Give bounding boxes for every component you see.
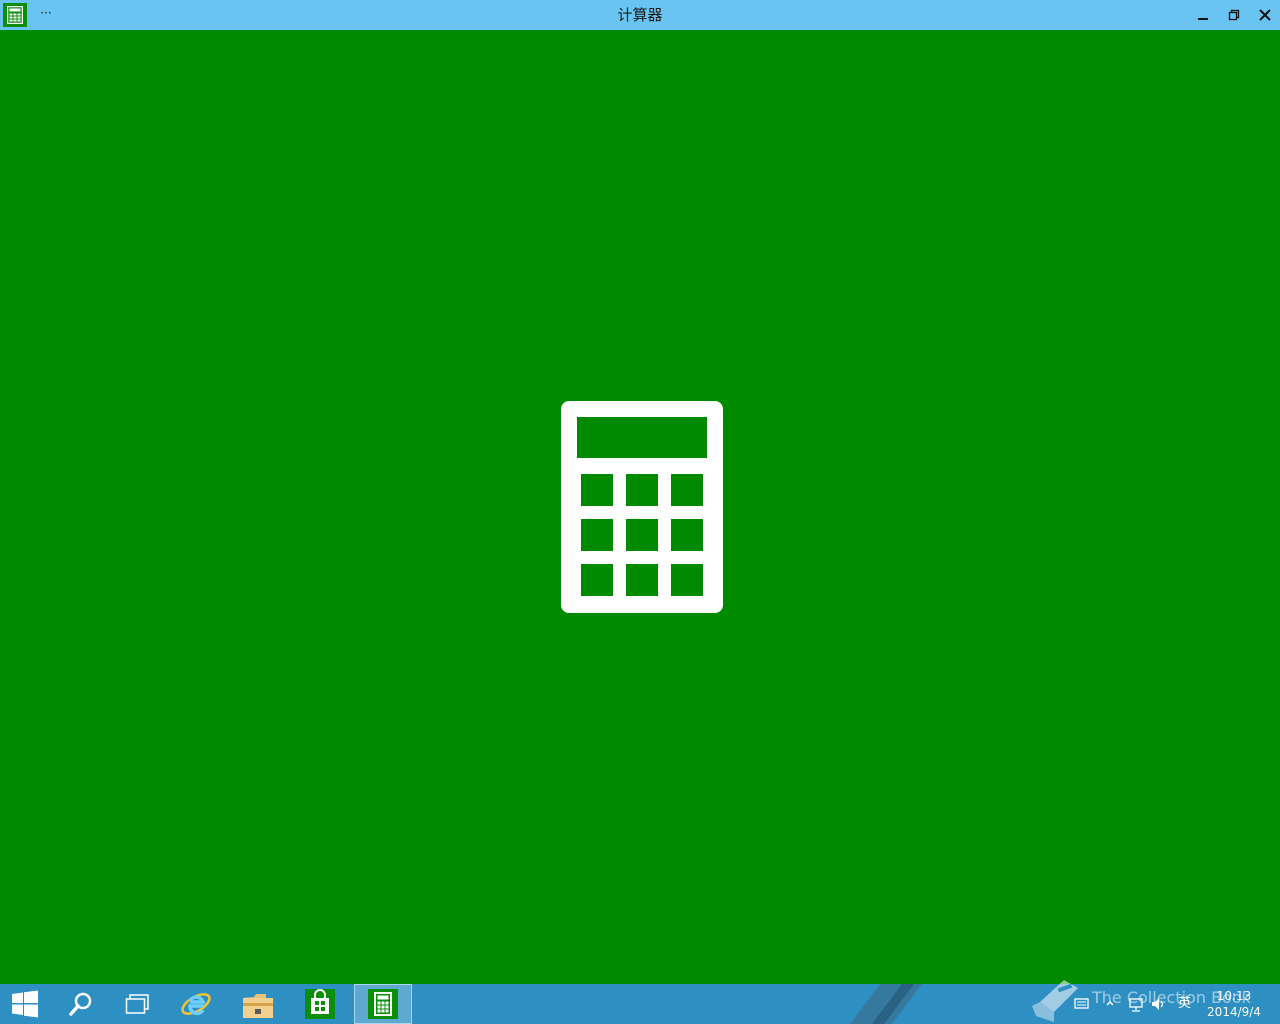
splash-calculator-icon (561, 401, 723, 613)
internet-explorer-icon (181, 993, 211, 1016)
window-title: 计算器 (617, 6, 663, 24)
volume-icon[interactable] (1151, 994, 1167, 1014)
store-button[interactable] (292, 984, 348, 1024)
clock-date: 2014/9/4 (1207, 1005, 1261, 1019)
network-icon[interactable] (1128, 994, 1144, 1014)
minimize-button[interactable] (1188, 0, 1218, 30)
search-icon (69, 992, 92, 1016)
app-menu-button[interactable]: ··· (38, 4, 54, 24)
task-view-button[interactable] (110, 984, 166, 1024)
clock-time: 10:13 (1216, 989, 1252, 1003)
task-view-icon (125, 994, 149, 1014)
calculator-icon (7, 6, 23, 24)
close-icon (1259, 9, 1271, 21)
calculator-icon (368, 989, 398, 1019)
close-button[interactable] (1250, 0, 1280, 30)
internet-explorer-button[interactable] (168, 984, 224, 1024)
minimize-icon (1198, 18, 1208, 20)
taskbar-decoration (850, 984, 922, 1024)
file-explorer-button[interactable] (230, 984, 286, 1024)
file-explorer-icon (243, 994, 273, 1018)
start-button[interactable] (0, 984, 56, 1024)
search-button[interactable] (56, 984, 112, 1024)
taskbar-clock[interactable]: 10:13 2014/9/4 (1200, 988, 1268, 1022)
title-bar[interactable]: ··· 计算器 (0, 0, 1280, 30)
store-icon (305, 989, 335, 1019)
restore-icon (1228, 9, 1240, 21)
windows-start-icon (12, 990, 38, 1018)
calculator-app-icon[interactable] (3, 3, 27, 27)
input-method-indicator[interactable]: 英 (1178, 995, 1194, 1013)
chevron-up-icon[interactable] (1102, 994, 1118, 1014)
action-center-icon[interactable] (1074, 994, 1090, 1014)
calculator-taskbar-button[interactable] (354, 984, 412, 1024)
restore-button[interactable] (1219, 0, 1249, 30)
